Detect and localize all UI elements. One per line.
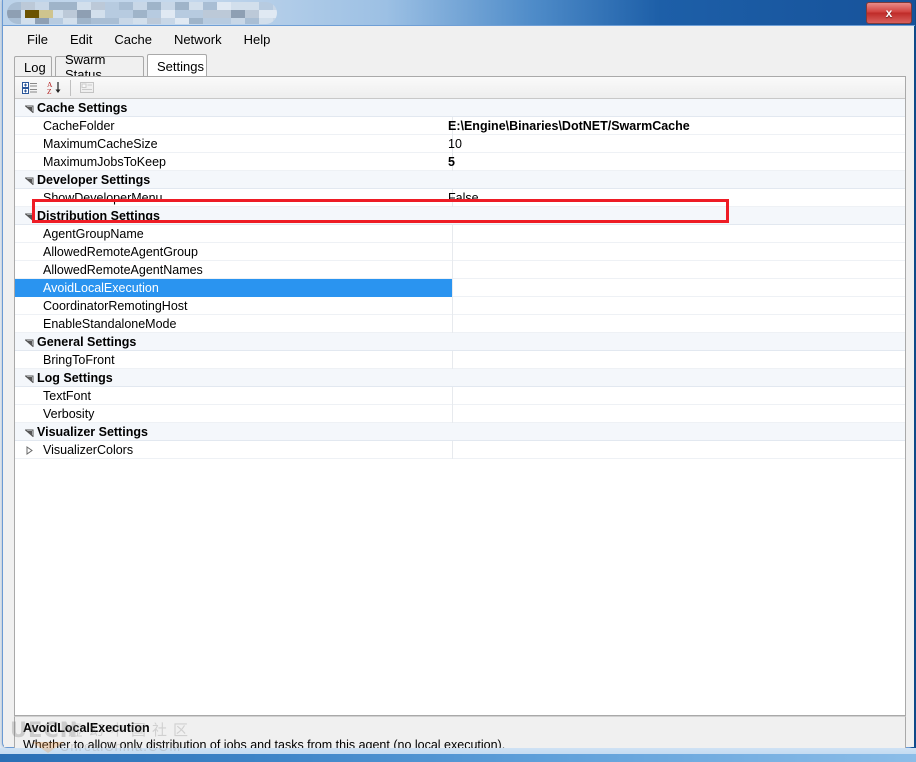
property-row[interactable]: ShowDeveloperMenu False [15, 189, 905, 207]
title-bar[interactable]: x [3, 0, 915, 26]
property-name: CacheFolder [43, 118, 115, 133]
menu-item-edit[interactable]: Edit [59, 29, 103, 50]
collapse-triangle-icon[interactable] [23, 171, 35, 189]
taskbar-strip [0, 754, 916, 762]
category-label: Distribution Settings [37, 208, 160, 223]
column-splitter[interactable] [452, 441, 453, 459]
category-label: Cache Settings [37, 100, 128, 115]
property-row[interactable]: AllowedRemoteAgentGroup [15, 243, 905, 261]
property-row[interactable]: MaximumJobsToKeep 5 [15, 153, 905, 171]
property-value[interactable]: E:\Engine\Binaries\DotNET/SwarmCache [439, 119, 905, 133]
menu-item-help[interactable]: Help [233, 29, 282, 50]
svg-text:Z: Z [47, 87, 52, 95]
property-name: AllowedRemoteAgentNames [43, 262, 203, 277]
property-grid[interactable]: Cache Settings CacheFolder E:\Engine\Binar… [15, 99, 905, 715]
property-name: MaximumJobsToKeep [43, 154, 166, 169]
tab-settings[interactable]: Settings [147, 54, 207, 76]
categorized-view-icon[interactable] [18, 77, 42, 99]
property-name: ShowDeveloperMenu [43, 190, 163, 205]
client-area: File Edit Cache Network Help Log Swarm Status… [4, 26, 914, 762]
tab-label: Log [24, 59, 46, 75]
column-splitter[interactable] [452, 297, 453, 315]
property-name: CoordinatorRemotingHost [43, 298, 188, 313]
property-value[interactable]: 10 [439, 137, 905, 151]
property-row[interactable]: BringToFront [15, 351, 905, 369]
expand-triangle-icon[interactable] [23, 441, 35, 459]
swarm-agent-window: x File Edit Cache Network Help Log Swarm Stat… [2, 0, 915, 762]
settings-panel: A Z Cache Settings CacheFolder E:\Engine… [14, 76, 906, 716]
column-splitter[interactable] [452, 225, 453, 243]
property-name: BringToFront [43, 352, 115, 367]
column-splitter[interactable] [452, 279, 453, 297]
description-title: AvoidLocalExecution [23, 721, 150, 735]
window-title-obscured [7, 2, 277, 24]
collapse-triangle-icon[interactable] [23, 207, 35, 225]
collapse-triangle-icon[interactable] [23, 333, 35, 351]
category-label: Developer Settings [37, 172, 151, 187]
property-category-row[interactable]: Distribution Settings [15, 207, 905, 225]
column-splitter[interactable] [452, 387, 453, 405]
property-row[interactable]: EnableStandaloneMode [15, 315, 905, 333]
collapse-triangle-icon[interactable] [23, 423, 35, 441]
property-row[interactable]: AgentGroupName [15, 225, 905, 243]
tab-strip: Log Swarm Status Settings [14, 52, 904, 82]
alphabetical-sort-icon[interactable]: A Z [42, 77, 66, 99]
tab-label: Settings [157, 58, 204, 74]
property-name: Verbosity [43, 406, 95, 421]
property-name: AvoidLocalExecution [43, 280, 159, 295]
property-name: TextFont [43, 388, 91, 403]
property-grid-toolbar: A Z [15, 77, 905, 99]
menu-item-cache[interactable]: Cache [103, 29, 163, 50]
property-category-row[interactable]: Log Settings [15, 369, 905, 387]
column-splitter[interactable] [452, 315, 453, 333]
property-name: AllowedRemoteAgentGroup [43, 244, 198, 259]
property-row[interactable]: AllowedRemoteAgentNames [15, 261, 905, 279]
menu-bar: File Edit Cache Network Help [4, 26, 914, 52]
collapse-triangle-icon[interactable] [23, 369, 35, 387]
taskbar [0, 748, 916, 762]
category-label: Visualizer Settings [37, 424, 148, 439]
collapse-triangle-icon[interactable] [23, 99, 35, 117]
column-splitter[interactable] [452, 405, 453, 423]
column-splitter[interactable] [452, 243, 453, 261]
property-value[interactable]: 5 [439, 155, 905, 169]
menu-item-network[interactable]: Network [163, 29, 233, 50]
property-row[interactable]: Verbosity [15, 405, 905, 423]
property-row[interactable]: VisualizerColors [15, 441, 905, 459]
property-row[interactable]: CoordinatorRemotingHost [15, 297, 905, 315]
property-name: AgentGroupName [43, 226, 144, 241]
screen: x File Edit Cache Network Help Log Swarm Stat… [0, 0, 916, 762]
property-pages-icon[interactable] [75, 77, 99, 99]
property-value[interactable]: False [439, 191, 905, 205]
property-name: VisualizerColors [43, 442, 134, 457]
tab-log[interactable]: Log [14, 56, 52, 76]
property-category-row[interactable]: Visualizer Settings [15, 423, 905, 441]
category-label: General Settings [37, 334, 137, 349]
close-button[interactable]: x [866, 2, 912, 24]
menu-item-file[interactable]: File [16, 29, 59, 50]
property-row[interactable]: TextFont [15, 387, 905, 405]
column-splitter[interactable] [452, 351, 453, 369]
tab-swarm-status[interactable]: Swarm Status [55, 52, 144, 82]
property-category-row[interactable]: Developer Settings [15, 171, 905, 189]
toolbar-separator [70, 79, 71, 96]
category-label: Log Settings [37, 370, 113, 385]
property-name: EnableStandaloneMode [43, 316, 177, 331]
property-row[interactable]: MaximumCacheSize 10 [15, 135, 905, 153]
property-category-row[interactable]: Cache Settings [15, 99, 905, 117]
property-name: MaximumCacheSize [43, 136, 158, 151]
column-splitter[interactable] [452, 261, 453, 279]
property-row[interactable]: CacheFolder E:\Engine\Binaries\DotNET/Swa… [15, 117, 905, 135]
property-row[interactable]: AvoidLocalExecution [15, 279, 905, 297]
property-category-row[interactable]: General Settings [15, 333, 905, 351]
